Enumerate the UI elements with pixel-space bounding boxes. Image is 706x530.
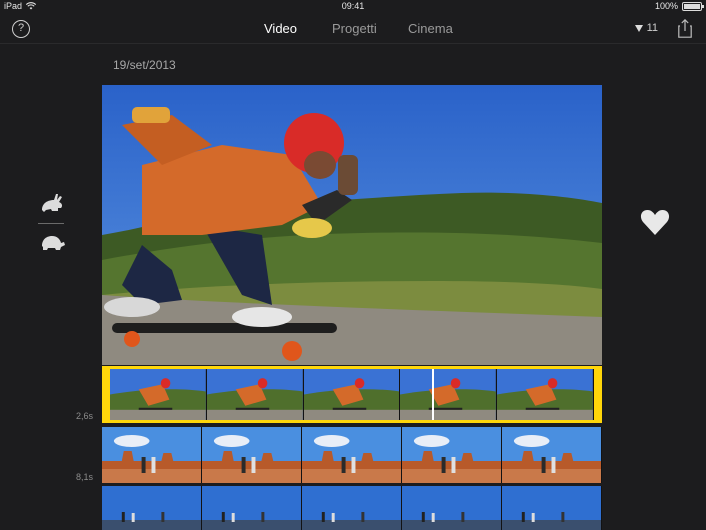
triangle-down-icon bbox=[634, 24, 643, 32]
video-preview[interactable] bbox=[102, 85, 602, 365]
turtle-icon[interactable] bbox=[38, 230, 66, 254]
clip-thumbnail bbox=[110, 369, 207, 420]
nav-bar: ? Video Progetti Cinema 11 bbox=[0, 12, 706, 44]
status-time: 09:41 bbox=[341, 1, 365, 11]
heart-icon[interactable] bbox=[640, 208, 670, 236]
clip-duration: 8,1s bbox=[76, 472, 94, 482]
clip-thumbnail bbox=[102, 427, 202, 483]
tab-progetti[interactable]: Progetti bbox=[332, 21, 377, 36]
status-bar: iPad 09:41 100% bbox=[0, 0, 706, 12]
filter-button[interactable]: 11 bbox=[634, 22, 658, 34]
clip-thumbnail bbox=[402, 486, 502, 530]
clip-thumbnail bbox=[400, 369, 498, 420]
share-icon[interactable] bbox=[678, 19, 692, 38]
clip-thumbnail bbox=[302, 486, 402, 530]
clip-thumbnail bbox=[303, 369, 401, 420]
clip-thumbnail bbox=[402, 427, 502, 483]
clip-duration: 2,6s bbox=[76, 411, 94, 421]
clip-thumbnail bbox=[302, 427, 402, 483]
video-frame-image bbox=[102, 85, 602, 365]
playhead[interactable] bbox=[432, 369, 434, 420]
clip-thumbnails bbox=[110, 369, 594, 420]
clip-thumbnail bbox=[202, 486, 302, 530]
clip-thumbnail bbox=[202, 427, 302, 483]
battery-percent: 100% bbox=[654, 1, 678, 11]
battery-icon bbox=[682, 1, 704, 11]
tab-video[interactable]: Video bbox=[264, 21, 297, 36]
timeline-clip[interactable] bbox=[102, 427, 602, 483]
clip-thumbnail bbox=[206, 369, 304, 420]
clip-thumbnail bbox=[502, 427, 602, 483]
filter-count: 11 bbox=[646, 22, 658, 34]
date-label: 19/set/2013 bbox=[113, 58, 176, 72]
timeline-clip[interactable] bbox=[102, 486, 602, 530]
tab-cinema[interactable]: Cinema bbox=[408, 21, 453, 36]
timeline-clip-selected[interactable] bbox=[102, 366, 602, 423]
clip-thumbnails bbox=[102, 486, 602, 530]
clip-thumbnail bbox=[502, 486, 602, 530]
clip-thumbnail bbox=[102, 486, 202, 530]
speed-divider bbox=[38, 223, 64, 224]
clip-thumbnails bbox=[102, 427, 602, 483]
clip-thumbnail bbox=[497, 369, 594, 420]
rabbit-icon[interactable] bbox=[38, 190, 66, 214]
help-button[interactable]: ? bbox=[12, 20, 30, 38]
